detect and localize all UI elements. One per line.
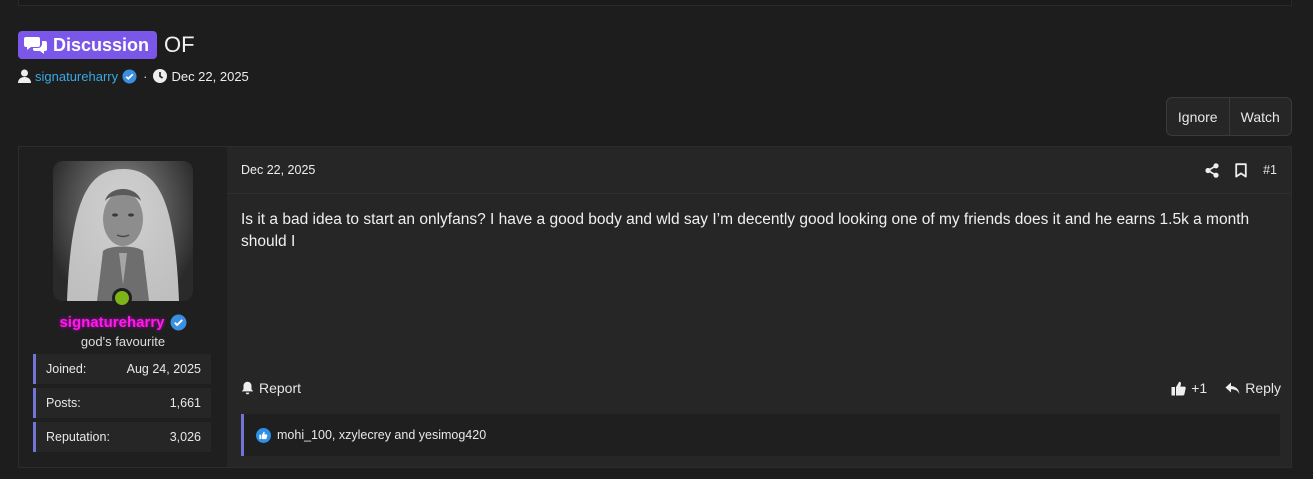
post-footer-actions: +1 Reply <box>1171 380 1281 396</box>
thread-date[interactable]: Dec 22, 2025 <box>171 69 248 84</box>
report-button[interactable]: Report <box>241 380 301 396</box>
post-body: Is it a bad idea to start an onlyfans? I… <box>241 211 1250 250</box>
thread-action-buttons: Ignore Watch <box>1166 97 1292 136</box>
post-header: Dec 22, 2025 #1 <box>227 147 1291 194</box>
post-date[interactable]: Dec 22, 2025 <box>241 163 315 177</box>
user-icon <box>18 69 31 83</box>
watch-button[interactable]: Watch <box>1228 98 1292 135</box>
stat-value: Aug 24, 2025 <box>126 362 201 376</box>
verified-icon <box>170 314 187 331</box>
comments-icon <box>24 35 48 55</box>
avatar[interactable] <box>53 161 193 301</box>
online-status-indicator <box>112 288 132 308</box>
stat-label: Reputation: <box>46 430 110 444</box>
stat-value: 3,026 <box>169 430 201 444</box>
stat-label: Posts: <box>46 396 81 410</box>
post-footer: Report +1 Reply <box>241 376 1281 400</box>
thread-meta: signatureharry · Dec 22, 2025 <box>18 67 249 85</box>
user-stats: Joined: Aug 24, 2025 Posts: 1,661 Reputa… <box>33 354 211 456</box>
user-title: god's favourite <box>80 334 166 349</box>
reply-button[interactable]: Reply <box>1225 380 1281 396</box>
like-reaction-icon <box>256 427 271 443</box>
meta-separator: · <box>143 68 148 84</box>
stat-joined: Joined: Aug 24, 2025 <box>33 354 211 384</box>
stat-reputation: Reputation: 3,026 <box>33 422 211 452</box>
reactions-text: mohi_100, xzylecrey and yesimog420 <box>277 428 487 442</box>
like-button[interactable]: +1 <box>1171 380 1207 396</box>
clock-icon <box>153 69 168 83</box>
stat-label: Joined: <box>46 362 87 376</box>
share-icon[interactable] <box>1205 162 1219 178</box>
reply-label: Reply <box>1245 380 1281 396</box>
like-count: +1 <box>1191 380 1208 396</box>
top-bar <box>18 0 1292 6</box>
post-user-column: signatureharry god's favourite Joined: A… <box>19 147 227 467</box>
post-content-column: Dec 22, 2025 #1 Is it a bad idea to star… <box>227 147 1291 467</box>
thread-author-link[interactable]: signatureharry <box>35 69 118 84</box>
thumbs-up-icon <box>1171 381 1186 396</box>
post: signatureharry god's favourite Joined: A… <box>18 146 1292 468</box>
thread-title: OF <box>164 32 195 57</box>
stat-value: 1,661 <box>169 396 201 410</box>
post-number-link[interactable]: #1 <box>1263 163 1277 177</box>
post-header-actions: #1 <box>1205 162 1277 178</box>
bookmark-icon[interactable] <box>1235 162 1247 178</box>
post-username: signatureharry <box>19 311 227 333</box>
username-link[interactable]: signatureharry <box>59 314 164 331</box>
reactions-bar[interactable]: mohi_100, xzylecrey and yesimog420 <box>241 414 1280 456</box>
thread-title-row: Discussion OF <box>18 31 195 59</box>
bell-icon <box>241 381 254 395</box>
prefix-badge[interactable]: Discussion <box>18 31 158 59</box>
stat-posts: Posts: 1,661 <box>33 388 211 418</box>
ignore-button[interactable]: Ignore <box>1167 98 1229 135</box>
verified-icon <box>122 68 137 84</box>
report-label: Report <box>259 380 302 396</box>
reply-icon <box>1225 382 1240 395</box>
prefix-label: Discussion <box>53 34 150 55</box>
